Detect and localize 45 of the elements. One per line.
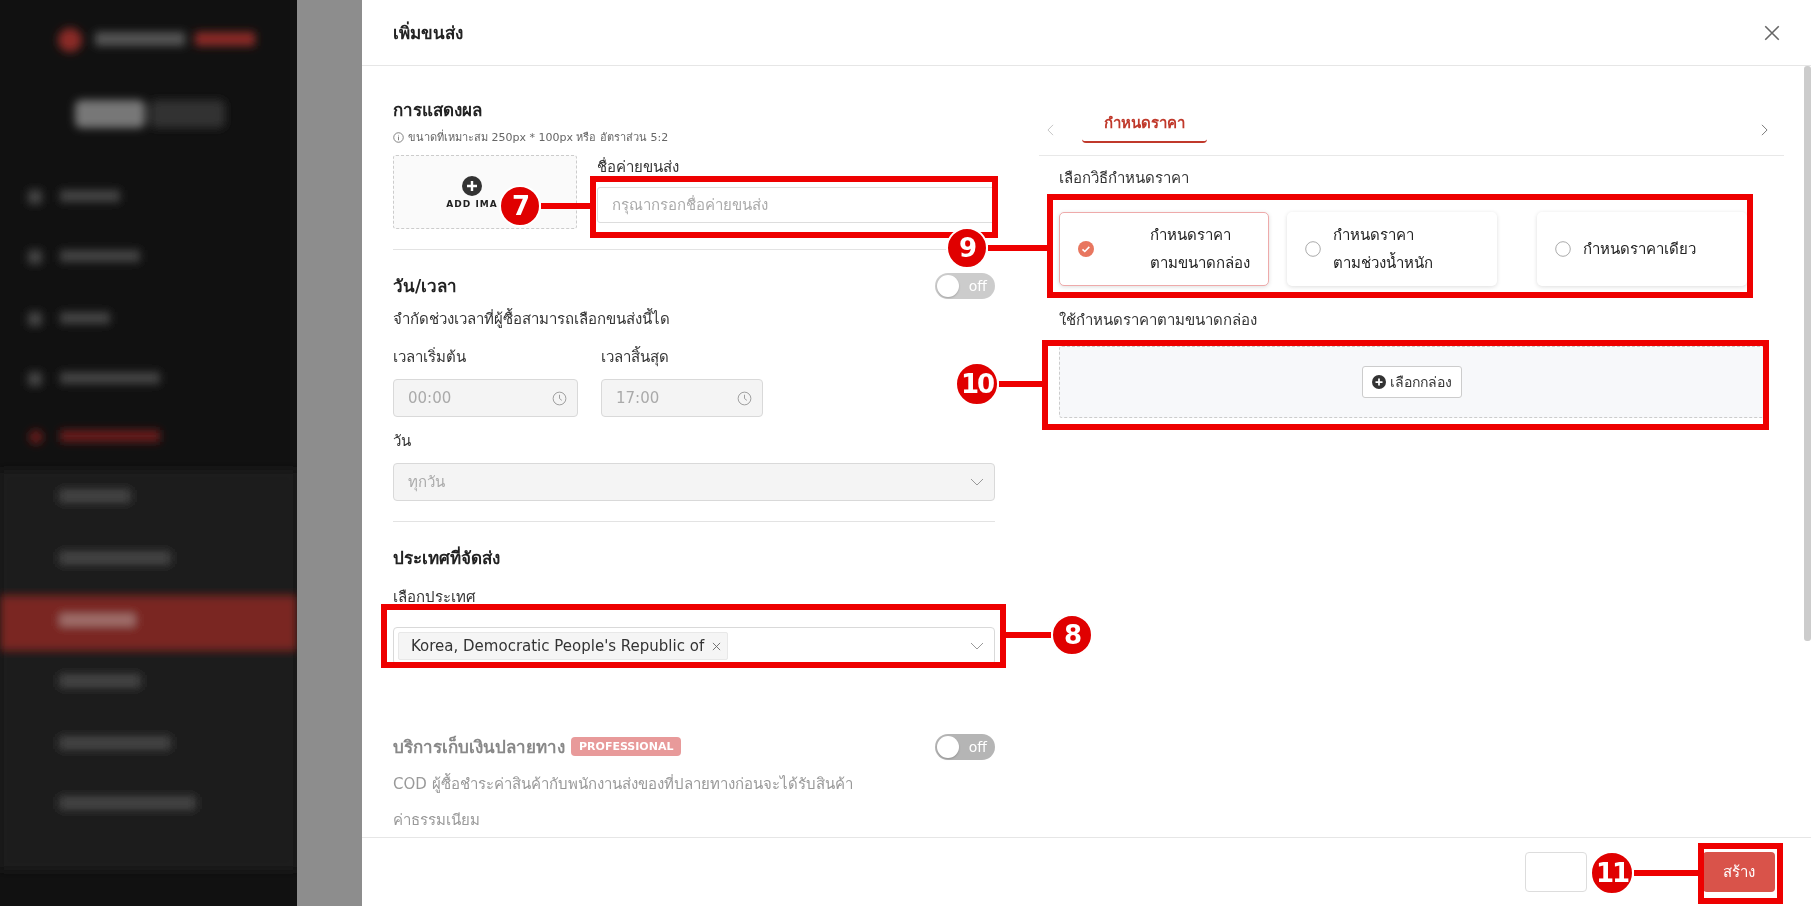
pricing-option[interactable]: กำหนดราคา ตามขนาดกล่อง — [1059, 212, 1269, 286]
field-label: วัน — [393, 431, 412, 452]
section-heading: การแสดงผล — [393, 99, 483, 122]
chevron-right-icon[interactable] — [1761, 124, 1768, 136]
radio-checked-icon — [1078, 241, 1094, 257]
field-label: ใช้กำหนดราคาตามขนาดกล่อง — [1059, 310, 1257, 331]
chevron-down-icon — [970, 642, 984, 650]
radio-icon — [1555, 241, 1571, 257]
field-label: เวลาสิ้นสุด — [601, 345, 670, 369]
field-label: ชื่อค่ายขนส่ง — [597, 156, 680, 178]
clock-icon — [737, 390, 752, 406]
section-heading: วัน/เวลา — [393, 275, 458, 298]
plan-badge: PROFESSIONAL — [571, 737, 682, 756]
drawer-title: เพิ่มขนส่ง — [393, 20, 463, 45]
option-label: กำหนดราคาเดียว — [1583, 239, 1696, 260]
plus-icon — [462, 175, 482, 196]
scrollbar[interactable] — [1804, 66, 1811, 641]
field-label: ค่าธรรมเนียม — [393, 810, 481, 831]
field-label: เลือกวิธีกำหนดราคา — [1059, 168, 1189, 189]
section-description: จำกัดช่วงเวลาที่ผู้ซื้อสามารถเลือกขนส่งนี้ได — [393, 307, 671, 330]
clock-icon — [552, 390, 567, 406]
remove-icon[interactable] — [712, 641, 722, 651]
section-heading: ประเทศที่จัดส่ง — [393, 545, 501, 570]
upload-label: ADD IMA — [446, 198, 498, 209]
create-button[interactable]: สร้าง — [1703, 852, 1775, 892]
country-select[interactable]: Korea, Democratic People's Republic of — [393, 627, 995, 665]
field-label: เวลาเริ่มต้น — [393, 346, 467, 368]
info-icon — [393, 131, 404, 143]
chevron-down-icon — [970, 478, 984, 486]
select-box-button[interactable]: เลือกกล่อง — [1362, 366, 1462, 398]
plus-icon — [1372, 375, 1386, 389]
section-description: COD ผู้ซื้อชำระค่าสินค้ากับพนักงานส่งของที่ปลายทางก่อนจะได้รับสินค้า — [393, 772, 854, 795]
radio-icon — [1305, 241, 1321, 257]
option-label: ตามช่วงน้ำหนัก — [1333, 251, 1433, 274]
option-label: ตามขนาดกล่อง — [1150, 253, 1250, 274]
section-heading: บริการเก็บเงินปลายทาง — [393, 735, 565, 759]
carrier-name-field[interactable]: กรุณากรอกชื่อค่ายขนส่ง — [597, 187, 995, 223]
option-label: กำหนดราคา — [1150, 225, 1232, 246]
pricing-option[interactable]: กำหนดราคาเดียว — [1537, 212, 1747, 286]
country-tag: Korea, Democratic People's Republic of — [398, 632, 729, 660]
pricing-option[interactable]: กำหนดราคา ตามช่วงน้ำหนัก — [1287, 212, 1497, 286]
tab[interactable]: กำหนดราคา — [1082, 105, 1207, 143]
size-hint: ขนาดที่เหมาะสม 250px * 100px หรือ อัตราส่วน 5:2 — [408, 128, 669, 146]
option-label: กำหนดราคา — [1333, 225, 1415, 246]
field-label: เลือกประเทศ — [393, 587, 477, 608]
